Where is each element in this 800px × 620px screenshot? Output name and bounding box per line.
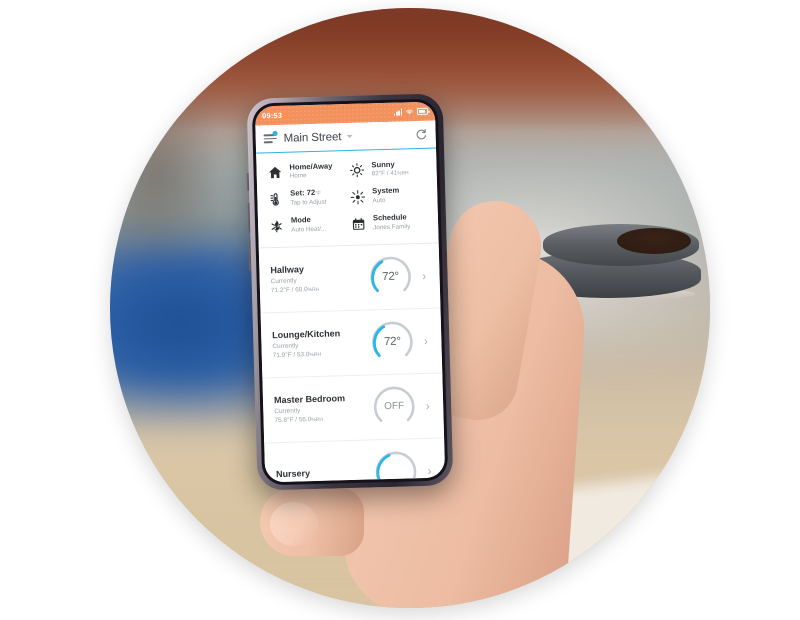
- room-info: Lounge/Kitchen Currently 71.9°F / 53.0%R…: [272, 327, 370, 360]
- room-row[interactable]: Lounge/Kitchen Currently 71.9°F / 53.0%R…: [260, 308, 443, 379]
- summary-cell-schedule[interactable]: Schedule Jones Family: [348, 209, 431, 238]
- summary-cell-text: System Auto: [372, 187, 400, 206]
- summary-cell-title: Home/Away: [289, 161, 333, 172]
- room-row[interactable]: Nursery ›: [264, 438, 446, 483]
- summary-cell-sub: Auto: [372, 197, 386, 205]
- temperature-dial[interactable]: 72°: [367, 253, 414, 300]
- summary-cell-sub: Auto Heat/...: [291, 225, 327, 234]
- room-info: Master Bedroom Currently 75.8°F / 56.0%R…: [274, 392, 372, 425]
- battery-icon: [416, 108, 429, 115]
- finger: [260, 488, 364, 556]
- room-name: Hallway: [270, 263, 305, 275]
- calendar-icon: [350, 215, 367, 232]
- notification-dot-icon: [272, 130, 278, 136]
- chevron-right-icon[interactable]: ›: [423, 463, 436, 478]
- status-time: 09:53: [261, 110, 283, 121]
- summary-cell-title: Mode: [290, 216, 311, 225]
- room-row[interactable]: Master Bedroom Currently 75.8°F / 56.0%R…: [262, 373, 445, 444]
- summary-cell-weather[interactable]: Sunny 82°F / 41%RH: [346, 155, 429, 184]
- summary-cell-sub: Home: [289, 172, 307, 181]
- summary-cell-system[interactable]: System Auto: [347, 182, 430, 211]
- wifi-icon: [406, 109, 413, 115]
- chevron-right-icon[interactable]: ›: [421, 399, 434, 413]
- cup-sip-hole: [617, 228, 691, 254]
- room-row[interactable]: Hallway Currently 71.2°F / 60.0%RH 72° ›: [258, 243, 441, 314]
- summary-cell-text: Home/Away Home: [289, 162, 332, 181]
- fingernail: [270, 502, 318, 546]
- summary-cell-title: Set: 72°F: [290, 189, 321, 199]
- chevron-right-icon[interactable]: ›: [417, 269, 430, 283]
- app-header: Main Street: [255, 120, 437, 154]
- dial-value: 72°: [383, 335, 401, 348]
- system-burst-icon: [349, 188, 366, 205]
- smartphone: 09:53 Main Street Home/Away Home Sunny 8…: [246, 93, 454, 491]
- room-info: Hallway Currently 71.2°F / 60.0%RH: [270, 262, 368, 295]
- summary-cell-sub: Jones Family: [373, 223, 411, 232]
- summary-cell-text: Mode Auto Heat/...: [291, 216, 327, 235]
- status-icons: [394, 108, 429, 116]
- circular-photo: 09:53 Main Street Home/Away Home Sunny 8…: [110, 8, 710, 608]
- summary-cell-text: Set: 72°F Tap to Adjust: [290, 189, 327, 208]
- sun-icon: [348, 161, 365, 178]
- phone-screen: 09:53 Main Street Home/Away Home Sunny 8…: [254, 101, 446, 483]
- summary-cell-home-away[interactable]: Home/Away Home: [264, 157, 347, 186]
- room-list: Hallway Currently 71.2°F / 60.0%RH 72° ›…: [258, 243, 446, 483]
- phone-frame: 09:53 Main Street Home/Away Home Sunny 8…: [246, 93, 454, 491]
- summary-cell-title: Schedule: [372, 213, 407, 223]
- room-name: Master Bedroom: [273, 392, 346, 405]
- phone-bezel: 09:53 Main Street Home/Away Home Sunny 8…: [251, 98, 449, 486]
- thermometer-icon: [267, 191, 284, 208]
- home-name-label[interactable]: Main Street: [284, 131, 342, 145]
- room-reading: 71.9°F / 53.0%RH: [272, 351, 322, 360]
- summary-cell-text: Schedule Jones Family: [373, 214, 411, 233]
- summary-cell-sub: 82°F / 41%RH: [371, 170, 409, 178]
- summary-cell-setpoint[interactable]: Set: 72°F Tap to Adjust: [265, 184, 348, 213]
- hamburger-menu-icon[interactable]: [263, 130, 278, 144]
- chevron-down-icon[interactable]: [346, 134, 353, 139]
- summary-grid: Home/Away Home Sunny 82°F / 41%RH Set: 7…: [256, 148, 439, 249]
- signal-icon: [394, 108, 403, 116]
- summary-cell-text: Sunny 82°F / 41%RH: [371, 160, 408, 179]
- snowflake-flame-icon: [268, 218, 285, 235]
- temperature-dial[interactable]: 72°: [369, 318, 416, 365]
- temperature-dial[interactable]: OFF: [371, 383, 418, 430]
- temperature-dial[interactable]: [372, 448, 419, 483]
- summary-cell-title: System: [372, 187, 400, 196]
- room-reading: 75.8°F / 56.0%RH: [274, 416, 323, 425]
- room-name: Lounge/Kitchen: [272, 328, 341, 340]
- summary-cell-title: Sunny: [371, 159, 395, 169]
- room-info: Nursery: [276, 467, 373, 481]
- dial-value: 72°: [382, 270, 400, 283]
- refresh-icon[interactable]: [414, 128, 427, 141]
- room-name: Nursery: [275, 468, 311, 480]
- dial-value: OFF: [384, 400, 405, 413]
- screenshot-stage: 09:53 Main Street Home/Away Home Sunny 8…: [0, 0, 800, 620]
- chevron-right-icon[interactable]: ›: [419, 334, 432, 348]
- house-icon: [266, 164, 283, 181]
- summary-row: Mode Auto Heat/... Schedule Jones Family: [266, 209, 431, 241]
- room-reading: 71.2°F / 60.0%RH: [270, 286, 320, 295]
- summary-cell-sub: Tap to Adjust: [290, 199, 327, 208]
- summary-cell-mode[interactable]: Mode Auto Heat/...: [266, 211, 349, 240]
